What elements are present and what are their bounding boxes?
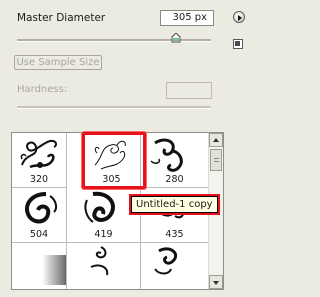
brush-size-label: 504 xyxy=(29,229,49,240)
swirl-brush-icon xyxy=(154,247,178,275)
hardness-slider-track xyxy=(17,106,211,109)
brush-preset-280[interactable]: 280 xyxy=(141,133,209,188)
scroll-up-icon[interactable] xyxy=(209,133,223,147)
diameter-slider-thumb[interactable] xyxy=(171,33,181,43)
swirl-brush-icon xyxy=(84,191,115,223)
play-menu-icon[interactable] xyxy=(233,11,245,23)
brush-name-tooltip: Untitled-1 copy xyxy=(129,194,220,215)
selected-brush-highlight xyxy=(82,132,146,189)
diameter-slider-track[interactable] xyxy=(17,39,211,42)
brush-preset-320[interactable]: 320 xyxy=(12,133,67,188)
new-preset-icon[interactable] xyxy=(233,39,243,49)
brush-preset-419[interactable]: 419 xyxy=(67,188,141,243)
master-diameter-label: Master Diameter xyxy=(17,12,106,24)
brush-preset-504[interactable]: 504 xyxy=(12,188,67,243)
scrollbar-thumb[interactable] xyxy=(210,149,222,171)
swirl-brush-icon xyxy=(90,246,109,276)
swirl-brush-icon xyxy=(20,139,58,169)
brush-preset-swirl[interactable] xyxy=(67,243,141,289)
brush-preset-swirl-2[interactable] xyxy=(141,243,209,289)
master-diameter-input[interactable]: 305 px xyxy=(160,10,214,26)
brush-size-label: 419 xyxy=(94,229,113,240)
brush-preset-soft[interactable] xyxy=(12,243,67,289)
brush-size-label: 280 xyxy=(165,174,184,185)
soft-brush-icon xyxy=(42,255,66,285)
hardness-label: Hardness: xyxy=(17,84,68,95)
brush-size-label: 435 xyxy=(165,229,184,240)
scroll-down-icon[interactable] xyxy=(209,275,223,289)
hardness-input xyxy=(166,82,212,99)
use-sample-size-button: Use Sample Size xyxy=(14,55,102,70)
swirl-brush-icon xyxy=(25,192,58,224)
brush-size-label: 320 xyxy=(29,174,49,185)
swirl-brush-icon xyxy=(150,138,183,172)
